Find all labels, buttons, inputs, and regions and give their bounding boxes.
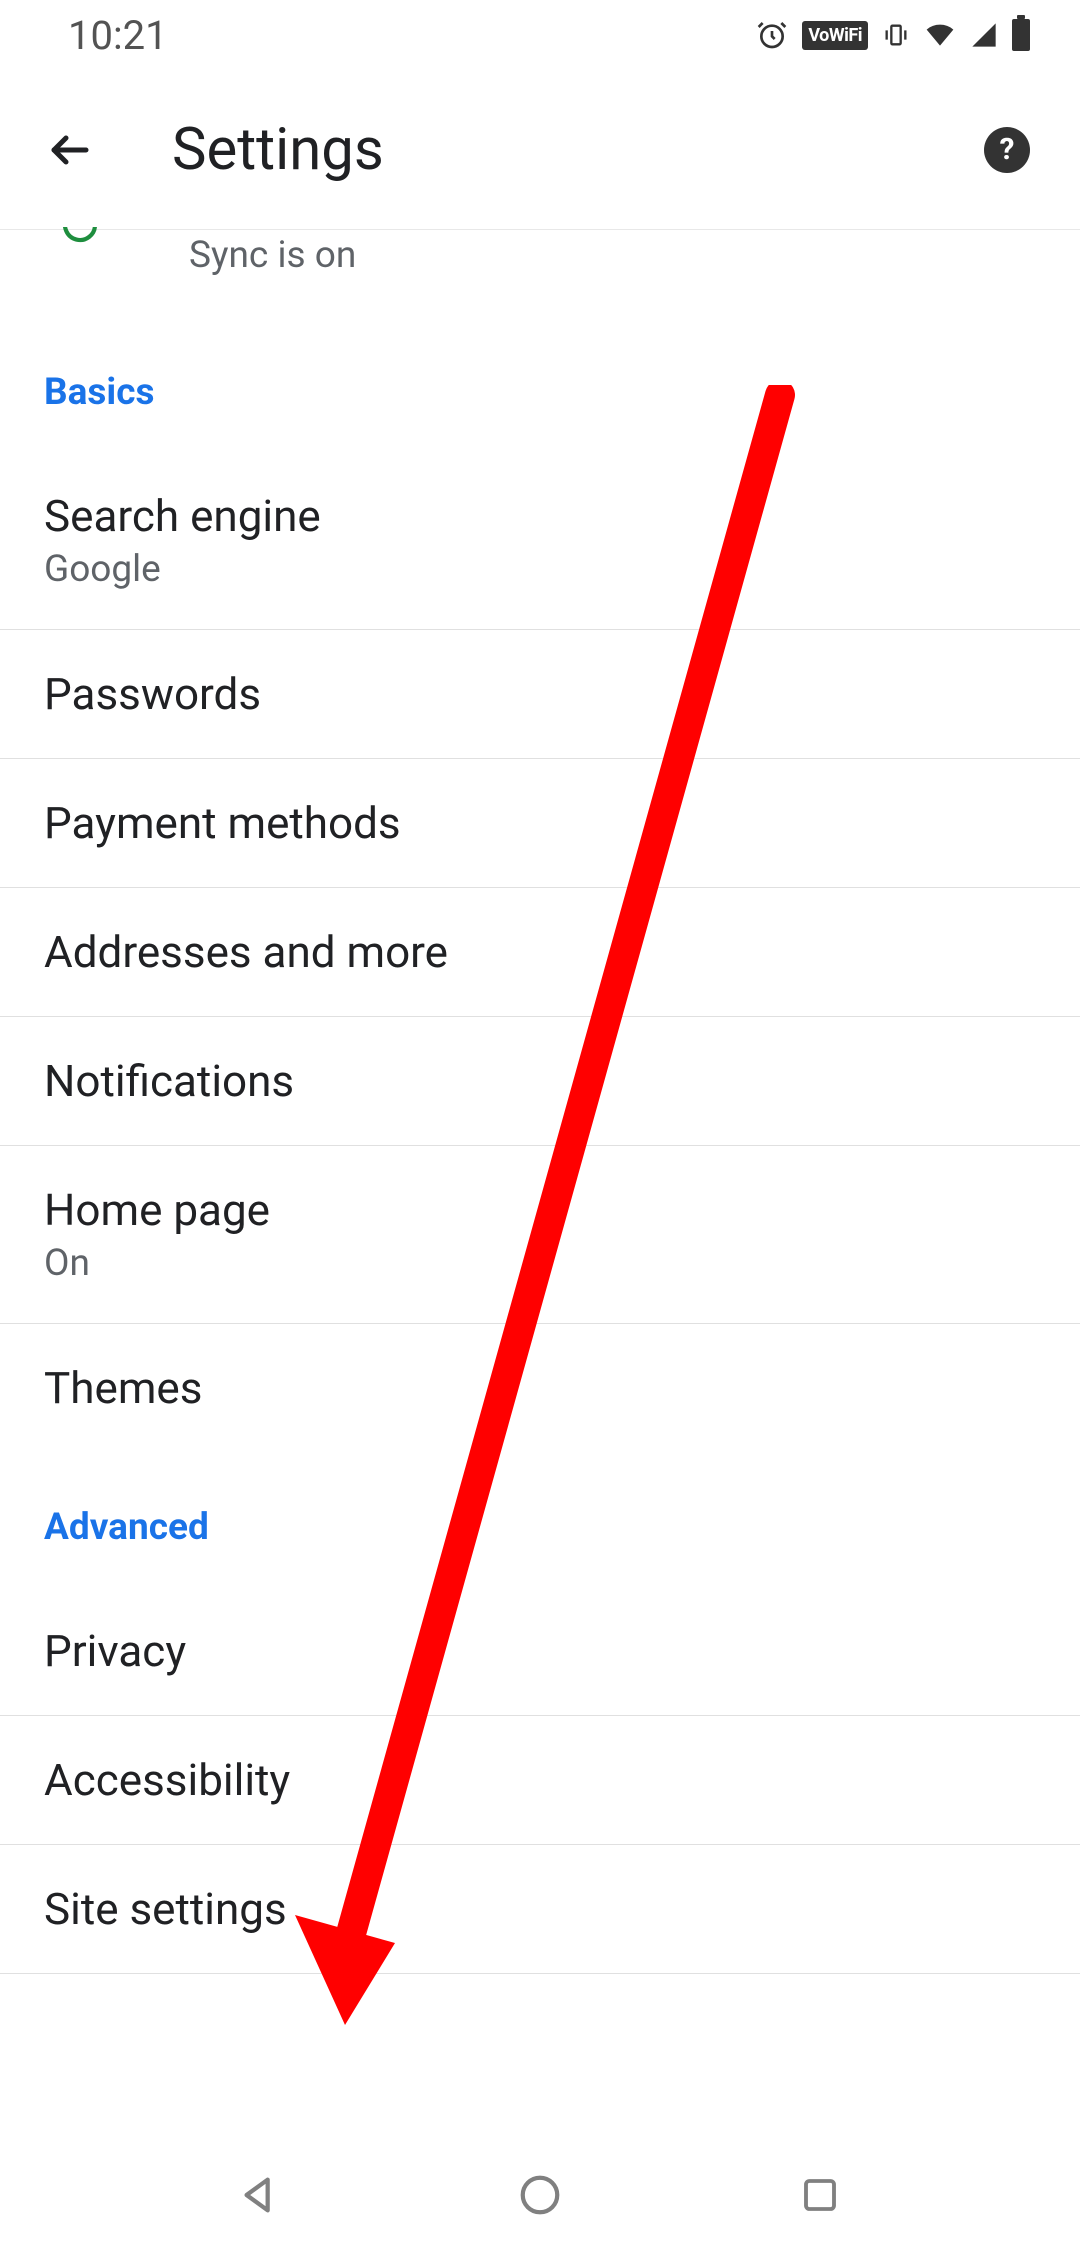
alarm-icon — [756, 19, 788, 51]
signal-icon — [970, 21, 998, 49]
setting-item-addresses[interactable]: Addresses and more — [0, 888, 1080, 1017]
settings-content[interactable]: Sync is on Basics Search engine Google P… — [0, 230, 1080, 1974]
setting-item-search-engine[interactable]: Search engine Google — [0, 442, 1080, 630]
status-bar: 10:21 VoWiFi — [0, 0, 1080, 70]
vowifi-badge: VoWiFi — [802, 21, 868, 50]
setting-title: Addresses and more — [44, 926, 1036, 978]
help-icon: ? — [1000, 132, 1015, 167]
setting-title: Search engine — [44, 490, 1036, 542]
setting-title: Privacy — [44, 1625, 1036, 1677]
nav-back-button[interactable] — [235, 2170, 285, 2220]
sync-icon — [60, 227, 100, 247]
setting-item-payment-methods[interactable]: Payment methods — [0, 759, 1080, 888]
setting-subtitle: On — [44, 1242, 1036, 1285]
vibrate-icon — [882, 21, 910, 49]
page-title: Settings — [172, 116, 984, 184]
help-button[interactable]: ? — [984, 127, 1030, 173]
setting-item-site-settings[interactable]: Site settings — [0, 1845, 1080, 1974]
setting-item-passwords[interactable]: Passwords — [0, 630, 1080, 759]
setting-title: Notifications — [44, 1055, 1036, 1107]
setting-item-notifications[interactable]: Notifications — [0, 1017, 1080, 1146]
setting-title: Site settings — [44, 1883, 1036, 1935]
status-time: 10:21 — [68, 12, 168, 59]
section-title-advanced: Advanced — [0, 1452, 1080, 1577]
sync-setting-item[interactable]: Sync is on — [0, 230, 1080, 317]
nav-back-icon — [237, 2172, 283, 2218]
battery-icon — [1012, 19, 1030, 51]
setting-item-privacy[interactable]: Privacy — [0, 1577, 1080, 1716]
nav-overview-icon — [799, 2174, 841, 2216]
setting-title: Payment methods — [44, 797, 1036, 849]
setting-title: Home page — [44, 1184, 1036, 1236]
status-icons: VoWiFi — [756, 19, 1030, 51]
wifi-icon — [924, 19, 956, 51]
setting-subtitle: Google — [44, 548, 1036, 591]
app-header: Settings ? — [0, 70, 1080, 230]
setting-item-accessibility[interactable]: Accessibility — [0, 1716, 1080, 1845]
navigation-bar — [0, 2130, 1080, 2260]
nav-overview-button[interactable] — [795, 2170, 845, 2220]
back-button[interactable] — [40, 120, 100, 180]
setting-item-themes[interactable]: Themes — [0, 1324, 1080, 1452]
nav-home-button[interactable] — [515, 2170, 565, 2220]
setting-title: Passwords — [44, 668, 1036, 720]
nav-home-icon — [517, 2172, 563, 2218]
arrow-back-icon — [46, 126, 94, 174]
setting-title: Accessibility — [44, 1754, 1036, 1806]
setting-title: Themes — [44, 1362, 1036, 1414]
sync-subtitle: Sync is on — [189, 230, 1036, 277]
section-title-basics: Basics — [0, 317, 1080, 442]
setting-item-home-page[interactable]: Home page On — [0, 1146, 1080, 1324]
